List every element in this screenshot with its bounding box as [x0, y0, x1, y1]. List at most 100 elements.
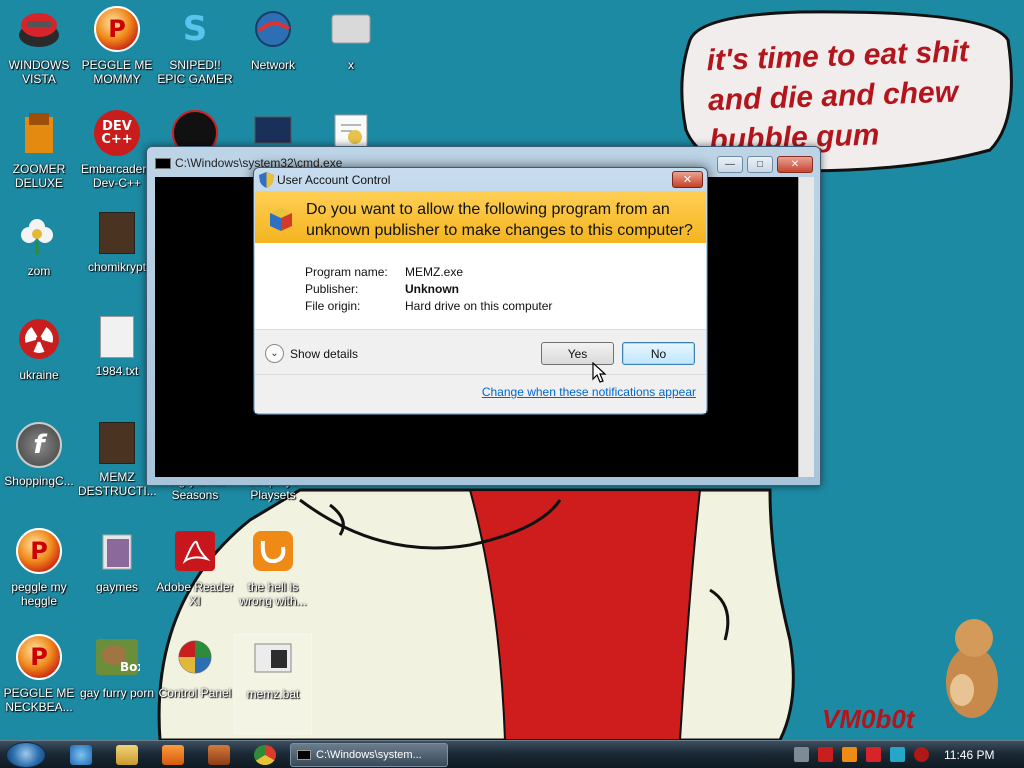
paint-icon[interactable]: [208, 745, 230, 765]
cmd-icon: [297, 750, 311, 760]
uac-footer: ⌄ Show details Yes No Change when these …: [255, 329, 706, 413]
cmd-icon: [155, 158, 171, 169]
desktop-icon-windows-vista[interactable]: WINDOWS VISTA: [0, 6, 78, 106]
desktop-icon-gaymes[interactable]: gaymes: [78, 528, 156, 628]
desktop-icon-devcpp[interactable]: DEV C++ Embarcadero Dev-C++: [78, 110, 156, 210]
uac-title: User Account Control: [277, 173, 391, 187]
tray-vivaldi-icon[interactable]: [818, 747, 833, 762]
wallpaper-signature: VM0b0t: [822, 704, 915, 734]
tray-uc-icon[interactable]: [842, 747, 857, 762]
network-icon: [250, 6, 296, 52]
desktop-icon-label: Adobe Reader XI: [156, 580, 234, 608]
close-button[interactable]: ✕: [777, 156, 813, 173]
desktop-icon-sniped[interactable]: S SNIPED!! EPIC GAMER 360...: [156, 6, 234, 106]
vertical-scrollbar[interactable]: [798, 177, 814, 477]
radiation-icon: [16, 316, 62, 362]
tray-power-icon[interactable]: [914, 747, 929, 762]
archive-icon: [99, 422, 135, 464]
desktop-icon-label: x: [348, 58, 354, 72]
desktop-icon-label: Embarcadero Dev-C++: [80, 162, 154, 190]
maximize-button[interactable]: □: [747, 156, 773, 173]
skype-icon: S: [182, 9, 208, 49]
program-name-label: Program name:: [305, 265, 388, 279]
taskbar: C:\Windows\system... 11:46 PM: [0, 740, 1024, 768]
taskbar-clock[interactable]: 11:46 PM: [944, 748, 994, 762]
speech-bubble-text: it's time to eat shit and die and chew b…: [706, 35, 970, 158]
media-player-icon[interactable]: [162, 745, 184, 765]
uac-close-button[interactable]: ✕: [672, 171, 703, 188]
desktop-icon-label: SNIPED!! EPIC GAMER 360...: [157, 58, 233, 88]
folder-icon: [94, 528, 140, 574]
desktop-icon-uc-browser[interactable]: the hell is wrong with...: [234, 528, 312, 628]
taskbar-cmd-label: C:\Windows\system...: [316, 749, 422, 761]
program-box-icon: [270, 208, 292, 231]
desktop-icon-chomikrypt[interactable]: chomikrypt: [78, 212, 156, 312]
internet-explorer-icon[interactable]: [70, 745, 92, 765]
desktop-icon-label: PEGGLE ME MOMMY: [81, 58, 153, 86]
start-button[interactable]: [6, 742, 46, 768]
peggle-icon: P: [16, 528, 62, 574]
desktop-icon-label: WINDOWS VISTA: [8, 58, 70, 86]
taskbar-cmd-button[interactable]: C:\Windows\system...: [290, 743, 448, 767]
desktop-icon-game-box[interactable]: Box gay furry porn: [78, 634, 156, 734]
desktop-icon-zoomer-deluxe[interactable]: ZOOMER DELUXE: [0, 110, 78, 210]
game-box-icon: Box: [94, 634, 140, 680]
uac-program-info: Program name: MEMZ.exe Publisher: Unknow…: [255, 243, 706, 329]
desktop-icon-label: memz.bat: [246, 687, 300, 701]
desktop-icon-label: the hell is wrong with...: [239, 580, 307, 608]
tray-flash-icon[interactable]: [866, 747, 881, 762]
desktop-icon-peggle-me-neckbeard[interactable]: P PEGGLE ME NECKBEA...: [0, 634, 78, 734]
desktop-icon-label: gaymes: [95, 580, 139, 594]
chevron-down-icon: ⌄: [265, 344, 284, 363]
no-button[interactable]: No: [622, 342, 695, 365]
footer-divider: [255, 374, 706, 375]
desktop-icon-peggle-me-mommy[interactable]: P PEGGLE ME MOMMY: [78, 6, 156, 106]
flower-icon: [16, 212, 62, 258]
uac-shield-icon: [259, 172, 274, 188]
show-details-toggle[interactable]: ⌄ Show details: [265, 344, 358, 363]
desktop-icon-label: chomikrypt: [87, 260, 146, 274]
desktop-icon-label: Network: [250, 58, 295, 72]
windows-vista-icon: [16, 6, 62, 52]
desktop-icon-peggle-my-heggle[interactable]: P peggle my heggle: [0, 528, 78, 628]
desktop-icon-zom[interactable]: zom: [0, 212, 78, 312]
notification-settings-link[interactable]: Change when these notifications appear: [482, 385, 696, 399]
chrome-icon[interactable]: [254, 745, 276, 765]
svg-text:Box: Box: [120, 660, 140, 674]
file-origin-label: File origin:: [305, 299, 361, 313]
uac-question: Do you want to allow the following progr…: [306, 201, 693, 239]
desktop-icon-label: peggle my heggle: [11, 580, 67, 608]
program-name-row: Program name: MEMZ.exe: [305, 265, 463, 279]
tray-app-icon[interactable]: [794, 747, 809, 762]
control-panel-icon: [172, 634, 218, 680]
zoomer-icon: [16, 110, 62, 156]
desktop-icon-control-panel[interactable]: Control Panel: [156, 634, 234, 734]
desktop-icon-label: MEMZ DESTRUCTI...: [78, 470, 156, 498]
peggle-icon: P: [94, 6, 140, 52]
publisher-value: Unknown: [405, 282, 459, 296]
desktop-icon-x[interactable]: x: [312, 6, 390, 106]
desktop-icon-label: ZOOMER DELUXE: [12, 162, 66, 190]
peggle-icon: P: [16, 634, 62, 680]
tray-monitor-icon[interactable]: [890, 747, 905, 762]
desktop-icon-label: gay furry porn: [79, 686, 155, 700]
publisher-label: Publisher:: [305, 282, 359, 296]
desktop-icon-memz-destructive[interactable]: MEMZ DESTRUCTI...: [78, 422, 156, 522]
devcpp-icon: DEV C++: [94, 110, 140, 156]
desktop-icon-label: ShoppingC...: [4, 474, 74, 488]
desktop-icon-shopping[interactable]: f ShoppingC...: [0, 422, 78, 522]
flash-icon: f: [16, 422, 62, 468]
desktop-icon-ukraine[interactable]: ukraine: [0, 316, 78, 416]
uac-dialog: User Account Control ✕ Do you want to al…: [253, 167, 708, 415]
archive-icon: [99, 212, 135, 254]
desktop-icon-memz-bat[interactable]: memz.bat: [234, 634, 312, 734]
desktop-icon-label: ukraine: [19, 368, 59, 382]
desktop-icon-1984-txt[interactable]: 1984.txt: [78, 316, 156, 416]
minimize-button[interactable]: —: [717, 156, 743, 173]
desktop-icon-label: 1984.txt: [95, 364, 139, 378]
show-details-label: Show details: [290, 346, 359, 361]
file-explorer-icon[interactable]: [116, 745, 138, 765]
text-file-icon: [100, 316, 134, 358]
desktop-icon-adobe-reader[interactable]: Adobe Reader XI: [156, 528, 234, 628]
desktop-icon-network[interactable]: Network: [234, 6, 312, 106]
